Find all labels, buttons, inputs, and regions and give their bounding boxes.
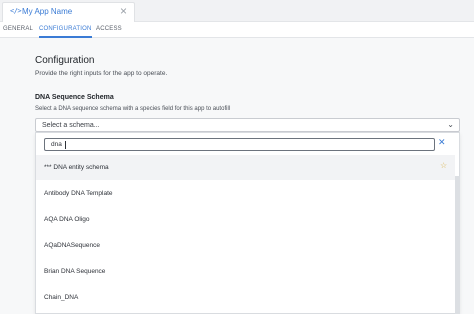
- schema-select[interactable]: Select a schema... ⌄: [35, 118, 460, 132]
- schema-section-description: Select a DNA sequence schema with a spec…: [35, 106, 231, 112]
- app-tab-bar: </> My App Name ×: [0, 0, 474, 22]
- tab-general[interactable]: GENERAL: [3, 26, 33, 32]
- star-icon[interactable]: ☆: [440, 161, 447, 170]
- page-title: Configuration: [35, 55, 95, 66]
- clear-icon[interactable]: ✕: [438, 137, 446, 148]
- search-input[interactable]: dna: [44, 138, 435, 151]
- search-input-value: dna: [51, 141, 62, 148]
- list-item[interactable]: AQaDNASequence: [36, 233, 455, 258]
- list-item-label: Antibody DNA Template: [44, 190, 113, 197]
- list-item[interactable]: AQA DNA Oligo: [36, 207, 455, 232]
- list-item-label: AQA DNA Oligo: [44, 216, 90, 223]
- code-icon: </>: [10, 7, 22, 15]
- schema-section-label: DNA Sequence Schema: [35, 94, 114, 101]
- list-item-label: *** DNA entity schema: [44, 164, 109, 171]
- main-content: Configuration Provide the right inputs f…: [0, 39, 474, 314]
- schema-dropdown: dna ✕ *** DNA entity schema ☆ Antibody D…: [35, 132, 460, 314]
- list-item[interactable]: Chain_DNA: [36, 285, 455, 310]
- close-icon[interactable]: ×: [120, 4, 127, 18]
- chevron-down-icon[interactable]: ⌄: [447, 120, 454, 129]
- text-cursor: [65, 141, 66, 149]
- list-item[interactable]: Antibody DNA Template: [36, 181, 455, 206]
- dropdown-scrollbar[interactable]: [455, 176, 460, 314]
- list-item-label: AQaDNASequence: [44, 242, 101, 249]
- list-item[interactable]: Brian DNA Sequence: [36, 259, 455, 284]
- list-item[interactable]: *** DNA entity schema ☆: [36, 155, 455, 180]
- schema-select-placeholder: Select a schema...: [42, 122, 100, 129]
- list-item-label: Brian DNA Sequence: [44, 268, 106, 275]
- tab-configuration[interactable]: CONFIGURATION: [39, 26, 92, 38]
- nav-tabs: GENERAL CONFIGURATION ACCESS: [0, 22, 474, 38]
- app-tab-title: My App Name: [22, 7, 73, 16]
- app-tab[interactable]: </> My App Name ×: [2, 2, 135, 22]
- page-description: Provide the right inputs for the app to …: [35, 70, 168, 77]
- list-item-label: Chain_DNA: [44, 294, 79, 301]
- tab-access[interactable]: ACCESS: [96, 26, 122, 32]
